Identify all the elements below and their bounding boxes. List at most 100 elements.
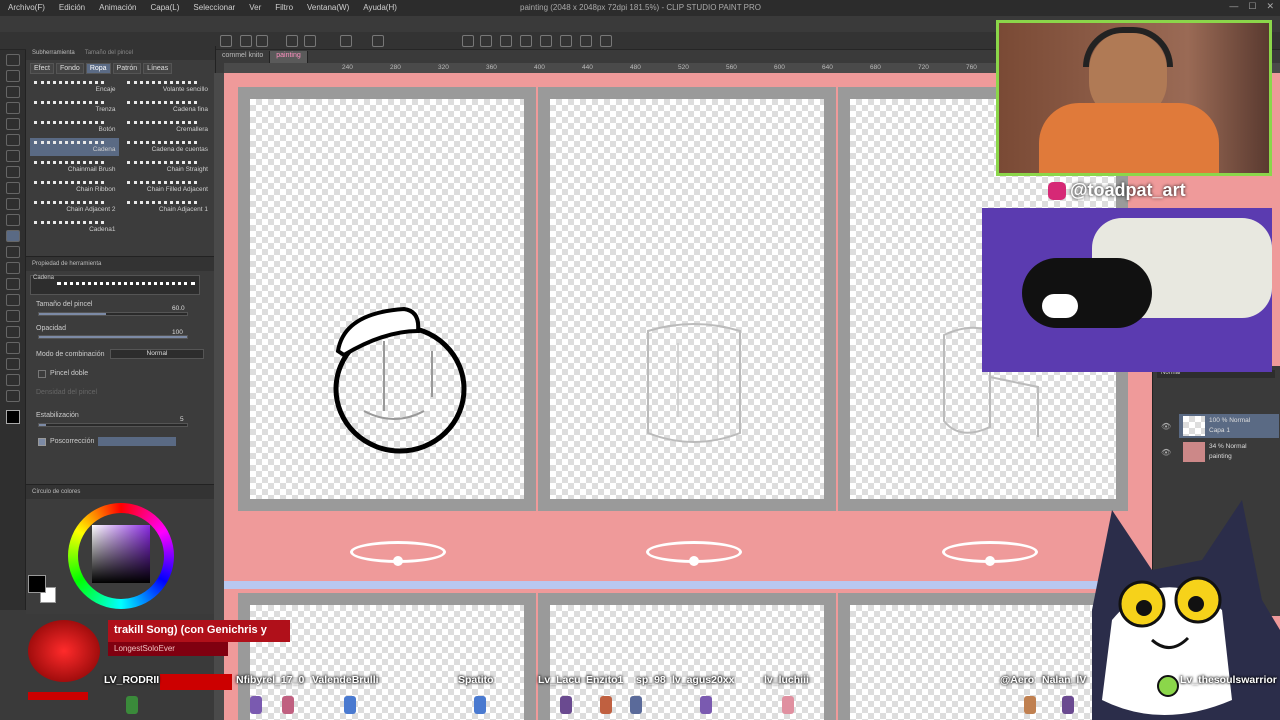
blend-tool-icon[interactable] — [5, 262, 20, 274]
brush-item[interactable]: Chain Adjacent 1 — [123, 198, 212, 216]
brush-size-slider[interactable] — [38, 312, 188, 316]
auto-select-tool-icon[interactable] — [5, 134, 20, 146]
eraser-tool-icon[interactable] — [5, 246, 20, 258]
brush-item[interactable]: Cremallera — [123, 118, 212, 136]
postcorrection-bar[interactable] — [98, 437, 176, 446]
text-tool-icon[interactable] — [5, 358, 20, 370]
redo-icon[interactable] — [304, 35, 316, 47]
ruler-tick: 400 — [534, 64, 545, 71]
ruler-tool-icon[interactable] — [5, 342, 20, 354]
move-layer-tool-icon[interactable] — [5, 102, 20, 114]
brush-item[interactable]: Chainmail Brush — [30, 158, 119, 176]
main-color-swatch[interactable] — [5, 410, 20, 424]
selection-fill-icon[interactable] — [580, 35, 592, 47]
snap-ruler-icon[interactable] — [462, 35, 474, 47]
double-brush-checkbox[interactable] — [38, 370, 46, 378]
eyedropper-tool-icon[interactable] — [5, 150, 20, 162]
ruler-tick: 560 — [726, 64, 737, 71]
menu-animacion[interactable]: Animación — [97, 2, 138, 13]
menu-capa[interactable]: Capa(L) — [149, 2, 182, 13]
tab-patron[interactable]: Patrón — [112, 62, 142, 74]
tab-lineas[interactable]: Líneas — [143, 62, 173, 74]
pencil-tool-icon[interactable] — [5, 182, 20, 194]
brush-item[interactable]: Cadena fina — [123, 98, 212, 116]
brush-item[interactable]: Chain Filled Adjacent — [123, 178, 212, 196]
blend-mode-select[interactable]: Normal — [110, 349, 204, 359]
brush-item[interactable]: Trenza — [30, 98, 119, 116]
open-icon[interactable] — [240, 35, 252, 47]
menu-archivo[interactable]: Archivo(F) — [6, 2, 47, 13]
snap-special-icon[interactable] — [500, 35, 512, 47]
brush-item[interactable]: Encaje — [30, 78, 119, 96]
title-bar: Archivo(F) Edición Animación Capa(L) Sel… — [0, 0, 1280, 16]
menu-seleccionar[interactable]: Seleccionar — [191, 2, 237, 13]
stabilization-value[interactable]: 5 — [180, 416, 184, 423]
transform-icon[interactable] — [372, 35, 384, 47]
saturation-value-square[interactable] — [92, 525, 150, 583]
postcorrection-checkbox[interactable] — [38, 438, 46, 446]
balloon-tool-icon[interactable] — [5, 374, 20, 386]
menu-filtro[interactable]: Filtro — [273, 2, 295, 13]
brush-tool-icon[interactable] — [5, 198, 20, 210]
figure-tool-icon[interactable] — [5, 310, 20, 322]
frame-tool-icon[interactable] — [5, 326, 20, 338]
fill-tool-icon[interactable] — [5, 278, 20, 290]
correct-line-tool-icon[interactable] — [5, 390, 20, 402]
opacity-value[interactable]: 100 — [172, 329, 183, 336]
eye-icon[interactable]: 👁 — [1161, 448, 1171, 457]
chat-avatar — [630, 696, 642, 714]
layer-row[interactable]: 34 % Normal painting — [1179, 440, 1279, 464]
gradient-tool-icon[interactable] — [5, 294, 20, 306]
new-file-icon[interactable] — [220, 35, 232, 47]
operation-tool-icon[interactable] — [5, 86, 20, 98]
menu-edicion[interactable]: Edición — [57, 2, 87, 13]
decoration-tool-icon[interactable] — [5, 230, 20, 242]
brush-item[interactable]: Cadena de cuentas — [123, 138, 212, 156]
tab-fondo[interactable]: Fondo — [55, 62, 84, 74]
move-tool-icon[interactable] — [5, 70, 20, 82]
menu-ver[interactable]: Ver — [247, 2, 263, 13]
brush-label: Cadena1 — [89, 226, 116, 233]
brush-label: Botón — [98, 126, 116, 133]
pen-tool-icon[interactable] — [5, 166, 20, 178]
selection-shrink-icon[interactable] — [560, 35, 572, 47]
save-icon[interactable] — [256, 35, 268, 47]
ruler-tick: 760 — [966, 64, 977, 71]
eye-icon[interactable]: 👁 — [1161, 422, 1171, 431]
main-color-swatch[interactable] — [28, 575, 46, 593]
clear-icon[interactable] — [340, 35, 352, 47]
cat-cam-overlay — [982, 208, 1272, 372]
tab-ropa[interactable]: Ropa — [85, 62, 111, 74]
doc-tab[interactable]: commel knito — [216, 51, 271, 63]
maximize-icon[interactable]: ☐ — [1248, 1, 1256, 12]
brush-item[interactable]: Botón — [30, 118, 119, 136]
snap-grid-icon[interactable] — [480, 35, 492, 47]
brush-item[interactable]: Chain Adjacent 2 — [30, 198, 119, 216]
brush-label: Cadena fina — [172, 106, 208, 113]
doc-tab-active[interactable]: painting — [270, 51, 308, 63]
selection-expand-icon[interactable] — [540, 35, 552, 47]
close-icon[interactable]: ✕ — [1266, 1, 1274, 12]
tab-efect[interactable]: Efect — [30, 62, 54, 74]
layer-row-selected[interactable]: 100 % Normal Capa 1 — [1179, 414, 1279, 438]
menu-ayuda[interactable]: Ayuda(H) — [361, 2, 399, 13]
brush-item-selected[interactable]: Cadena — [30, 138, 119, 156]
now-playing-title: trakill Song) (con Genichris y — [108, 620, 290, 642]
brush-size-value[interactable]: 60.0 — [172, 305, 185, 312]
selection-new-layer-icon[interactable] — [600, 35, 612, 47]
brush-item[interactable]: Chain Straight — [123, 158, 212, 176]
stabilization-slider[interactable] — [38, 423, 188, 427]
opacity-slider[interactable] — [38, 335, 188, 339]
undo-icon[interactable] — [286, 35, 298, 47]
brush-item[interactable]: Volante sencillo — [123, 78, 212, 96]
menu-ventana[interactable]: Ventana(W) — [305, 2, 351, 13]
zoom-tool-icon[interactable] — [5, 54, 20, 66]
ruler-tick: 600 — [774, 64, 785, 71]
selection-tool-icon[interactable] — [5, 118, 20, 130]
tool-property-panel: Propiedad de herramienta Cadena Tamaño d… — [26, 256, 216, 484]
minimize-icon[interactable]: — — [1229, 1, 1238, 12]
brush-item[interactable]: Chain Ribbon — [30, 178, 119, 196]
selection-invert-icon[interactable] — [520, 35, 532, 47]
brush-item[interactable]: Cadena1 — [30, 218, 119, 236]
airbrush-tool-icon[interactable] — [5, 214, 20, 226]
